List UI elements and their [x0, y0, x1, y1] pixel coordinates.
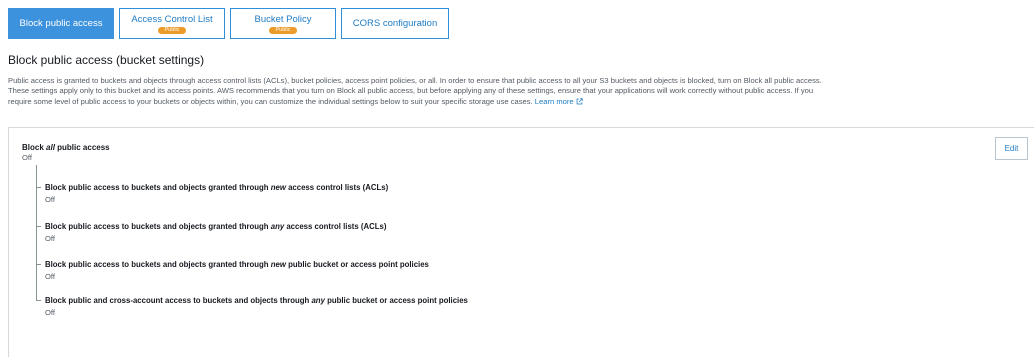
- description-line-last: require some level of public access to y…: [8, 97, 1034, 107]
- tab-block-public-access[interactable]: Block public access: [8, 8, 114, 39]
- tree-connector-line: [36, 165, 37, 300]
- setting-any-acls-value: Off: [45, 234, 55, 243]
- label-text: Block public and cross-account access to…: [45, 296, 312, 305]
- label-emphasis: any: [270, 222, 285, 231]
- setting-new-policies-value: Off: [45, 272, 55, 281]
- tab-access-control-list[interactable]: Access Control List Public: [119, 8, 225, 39]
- label-emphasis: any: [311, 296, 325, 305]
- tab-label: CORS configuration: [352, 18, 438, 29]
- setting-any-policies-label: Block public and cross-account access to…: [45, 296, 468, 305]
- label-emphasis: new: [270, 260, 286, 269]
- tree-branch-line: [36, 226, 41, 227]
- label-text: public access: [54, 143, 110, 152]
- setting-any-policies-value: Off: [45, 308, 55, 317]
- tree-branch-line: [36, 300, 41, 301]
- tab-bar: Block public access Access Control List …: [8, 8, 449, 39]
- learn-more-label: Learn more: [534, 96, 574, 106]
- label-text: Block public access to buckets and objec…: [45, 260, 271, 269]
- description-line-text: require some level of public access to y…: [8, 96, 533, 106]
- learn-more-link[interactable]: Learn more: [535, 97, 583, 106]
- label-emphasis: all: [46, 143, 55, 152]
- setting-any-acls-label: Block public access to buckets and objec…: [45, 222, 386, 231]
- external-link-icon: [576, 97, 583, 104]
- label-text: public bucket or access point policies: [324, 296, 468, 305]
- label-text: access control lists (ACLs): [285, 183, 389, 192]
- tab-bucket-policy[interactable]: Bucket Policy Public: [230, 8, 336, 39]
- label-text: Block public access to buckets and objec…: [45, 222, 271, 231]
- block-all-public-access-value: Off: [22, 153, 32, 162]
- label-text: access control lists (ACLs): [284, 222, 387, 231]
- tab-label: Block public access: [19, 18, 103, 29]
- description: Public access is granted to buckets and …: [8, 76, 1034, 107]
- tab-cors-configuration[interactable]: CORS configuration: [341, 8, 449, 39]
- settings-panel: [8, 127, 1034, 357]
- page-title: Block public access (bucket settings): [8, 53, 205, 67]
- tab-label: Access Control List: [131, 13, 213, 25]
- tree-branch-line: [36, 187, 41, 188]
- tab-label: Bucket Policy: [254, 13, 312, 25]
- edit-button[interactable]: Edit: [995, 137, 1028, 160]
- public-badge: Public: [157, 26, 187, 34]
- label-text: Block public access to buckets and objec…: [45, 183, 271, 192]
- label-emphasis: new: [270, 183, 286, 192]
- setting-new-policies-label: Block public access to buckets and objec…: [45, 260, 429, 269]
- description-line: Public access is granted to buckets and …: [8, 76, 822, 85]
- setting-new-acls-value: Off: [45, 195, 55, 204]
- description-line: These settings apply only to this bucket…: [8, 86, 814, 96]
- block-all-public-access-label: Block all public access: [22, 143, 110, 152]
- public-badge: Public: [268, 26, 298, 34]
- tree-branch-line: [36, 264, 41, 265]
- label-text: Block: [22, 143, 47, 152]
- setting-new-acls-label: Block public access to buckets and objec…: [45, 183, 388, 192]
- label-text: public bucket or access point policies: [285, 260, 429, 269]
